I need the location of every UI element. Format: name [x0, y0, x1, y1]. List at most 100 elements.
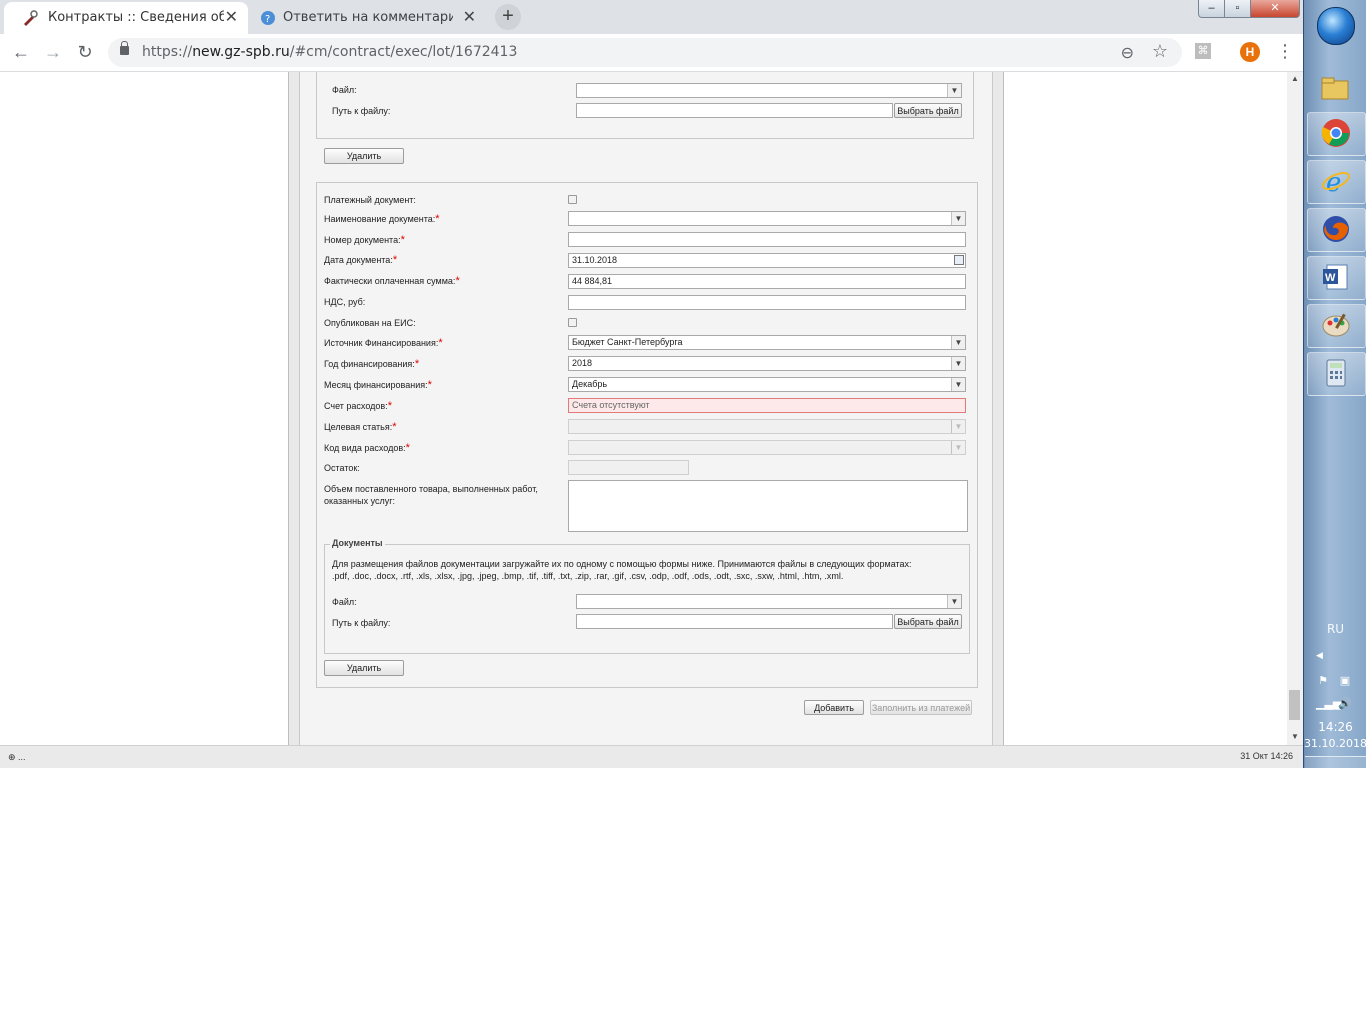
- new-tab-button[interactable]: +: [495, 4, 521, 30]
- taskbar-ie[interactable]: e: [1307, 160, 1366, 204]
- url-text[interactable]: https://new.gz-spb.ru/#cm/contract/exec/…: [142, 44, 517, 60]
- tray-expand-arrow-icon[interactable]: ◀: [1316, 650, 1323, 661]
- taskbar-paint[interactable]: [1307, 304, 1366, 348]
- clock-time[interactable]: 14:26: [1304, 720, 1366, 734]
- published-checkbox[interactable]: [568, 318, 577, 327]
- delete-button[interactable]: Удалить: [324, 660, 404, 676]
- lock-icon: [120, 41, 129, 55]
- hint-formats: .pdf, .doc, .docx, .rtf, .xls, .xlsx, .j…: [332, 571, 844, 581]
- status-loading-text: ⊕ ...: [8, 752, 26, 762]
- url-path: /#cm/contract/exec/lot/1672413: [289, 44, 518, 60]
- tab-title: Ответить на комментарий | Hel: [283, 10, 453, 25]
- scroll-up-arrow-icon[interactable]: ▲: [1291, 74, 1299, 83]
- language-indicator[interactable]: RU: [1304, 622, 1366, 636]
- file-select[interactable]: ▼: [576, 594, 962, 609]
- required-mark: *: [392, 421, 397, 433]
- documents-legend: Документы: [330, 538, 385, 548]
- vat-label: НДС, руб:: [324, 297, 366, 307]
- close-window-button[interactable]: ✕: [1250, 0, 1300, 18]
- chrome-menu-icon[interactable]: ⋮: [1276, 41, 1294, 62]
- scroll-down-arrow-icon[interactable]: ▼: [1291, 732, 1299, 741]
- required-mark: *: [405, 442, 410, 454]
- doc-number-input[interactable]: [568, 232, 966, 247]
- funding-year-select[interactable]: 2018 ▼: [568, 356, 966, 371]
- maximize-button[interactable]: ▫: [1224, 0, 1251, 18]
- address-bar[interactable]: https://new.gz-spb.ru/#cm/contract/exec/…: [108, 38, 1182, 67]
- file-label: Файл:: [332, 85, 357, 95]
- tab-close-icon[interactable]: ✕: [463, 7, 476, 26]
- chevron-down-icon: ▼: [947, 84, 961, 97]
- required-mark: *: [392, 254, 398, 266]
- expense-account-field[interactable]: Счета отсутствуют: [568, 398, 966, 413]
- doc-date-value: 31.10.2018: [572, 255, 618, 265]
- label-text: Месяц финансирования:: [324, 380, 428, 390]
- show-desktop-button[interactable]: [1305, 756, 1366, 768]
- tab-contracts[interactable]: Контракты :: Сведения об испо ✕: [4, 2, 248, 34]
- firefox-icon: [1323, 216, 1349, 242]
- choose-file-button[interactable]: Выбрать файл: [894, 614, 962, 629]
- volume-textarea[interactable]: [568, 480, 968, 532]
- minimize-button[interactable]: ‒: [1198, 0, 1225, 18]
- label-text: Код вида расходов:: [324, 443, 406, 453]
- clock-date[interactable]: 31.10.2018: [1304, 737, 1366, 750]
- doc-date-input[interactable]: 31.10.2018: [568, 253, 966, 268]
- taskbar-calculator[interactable]: [1307, 352, 1366, 396]
- taskbar-chrome[interactable]: [1307, 112, 1366, 156]
- expense-type-label: Код вида расходов:*: [324, 442, 410, 454]
- volume-icon[interactable]: 🔊: [1338, 697, 1352, 711]
- target-article-select[interactable]: ▼: [568, 419, 966, 434]
- content-panel: Файл: ▼ Путь к файлу: Выбрать файл Удали…: [288, 72, 1004, 745]
- tab-title: Контракты :: Сведения об испо: [48, 10, 224, 25]
- scrollbar-thumb[interactable]: [1289, 690, 1300, 720]
- label-text: Целевая статья:: [324, 422, 393, 432]
- chevron-down-icon: ▼: [947, 595, 961, 608]
- choose-file-button[interactable]: Выбрать файл: [894, 103, 962, 118]
- funding-source-label: Источник Финансирования:*: [324, 337, 443, 349]
- svg-text:?: ?: [265, 14, 270, 25]
- display-icon[interactable]: ▣: [1338, 674, 1352, 688]
- chevron-down-icon: ▼: [951, 336, 965, 349]
- file-label: Файл:: [332, 597, 357, 607]
- action-center-flag-icon[interactable]: ⚑: [1316, 674, 1330, 688]
- taskbar-explorer[interactable]: [1307, 68, 1364, 110]
- tab-reply-comment[interactable]: ? Ответить на комментарий | Hel ✕: [250, 2, 486, 34]
- taskbar-firefox[interactable]: [1307, 208, 1366, 252]
- file-path-input[interactable]: [576, 614, 893, 629]
- delete-button[interactable]: Удалить: [324, 148, 404, 164]
- fill-from-payments-button[interactable]: Заполнить из платежей: [870, 700, 972, 715]
- bookmark-star-icon[interactable]: ☆: [1152, 41, 1168, 62]
- vat-input[interactable]: [568, 295, 966, 310]
- funding-source-value: Бюджет Санкт-Петербурга: [572, 337, 683, 347]
- payment-doc-checkbox[interactable]: [568, 195, 577, 204]
- funding-source-select[interactable]: Бюджет Санкт-Петербурга ▼: [568, 335, 966, 350]
- start-button-icon[interactable]: [1317, 7, 1355, 45]
- calendar-icon[interactable]: [954, 255, 964, 265]
- network-signal-icon[interactable]: ▁▃▅: [1316, 697, 1341, 711]
- documents-hint: Для размещения файлов документации загру…: [332, 558, 962, 582]
- file-select[interactable]: ▼: [576, 83, 962, 98]
- volume-label-line1: Объем поставленного товара, выполненных …: [324, 484, 538, 494]
- paid-sum-input[interactable]: 44 884,81: [568, 274, 966, 289]
- pdf-extension-icon[interactable]: ⌘: [1195, 43, 1211, 59]
- chevron-down-icon: ▼: [951, 357, 965, 370]
- profile-avatar[interactable]: Н: [1240, 42, 1260, 62]
- add-button[interactable]: Добавить: [804, 700, 864, 715]
- zoom-out-icon[interactable]: ⊖: [1121, 43, 1134, 63]
- expense-type-select[interactable]: ▼: [568, 440, 966, 455]
- status-datetime: 31 Окт 14:26: [1240, 751, 1293, 761]
- file-path-input[interactable]: [576, 103, 893, 118]
- doc-name-label: Наименование документа:*: [324, 213, 440, 225]
- svg-text:e: e: [1326, 168, 1341, 196]
- chevron-down-icon: ▼: [951, 441, 965, 454]
- doc-date-label: Дата документа:*: [324, 254, 397, 266]
- doc-name-select[interactable]: ▼: [568, 211, 966, 226]
- taskbar-word[interactable]: W: [1307, 256, 1366, 300]
- tab-close-icon[interactable]: ✕: [225, 7, 238, 26]
- reload-icon[interactable]: ↻: [75, 42, 95, 62]
- tools-favicon-icon: [24, 10, 38, 26]
- page-scrollbar[interactable]: ▲ ▼: [1287, 72, 1303, 745]
- required-mark: *: [438, 337, 443, 349]
- forward-arrow-icon[interactable]: →: [43, 42, 63, 62]
- funding-month-select[interactable]: Декабрь ▼: [568, 377, 966, 392]
- back-arrow-icon[interactable]: ←: [11, 42, 31, 62]
